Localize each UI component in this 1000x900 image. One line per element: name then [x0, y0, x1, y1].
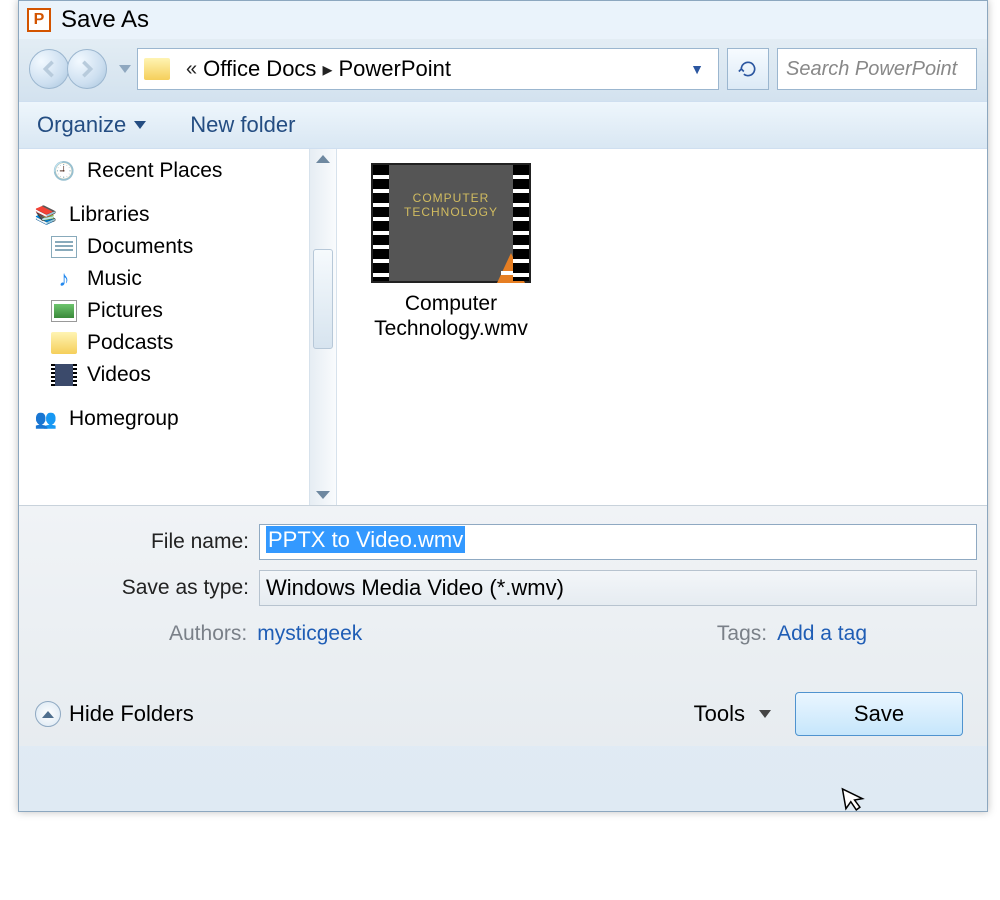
savetype-label: Save as type:: [29, 576, 259, 600]
window-title: Save As: [61, 6, 149, 34]
sidebar: 🕘 Recent Places 📚 Libraries Documents ♪ …: [19, 149, 305, 505]
toolbar: Organize New folder: [19, 101, 987, 149]
new-folder-label: New folder: [190, 112, 295, 138]
address-bar[interactable]: « Office Docs ▸ PowerPoint ▼: [137, 48, 719, 90]
music-icon: ♪: [51, 268, 77, 290]
tags-label: Tags:: [717, 622, 767, 646]
file-name: Computer Technology.wmv: [351, 291, 551, 341]
vlc-cone-icon: [497, 253, 525, 283]
new-folder-button[interactable]: New folder: [190, 112, 295, 138]
lower-panel: File name: PPTX to Video.wmv Save as typ…: [19, 505, 987, 746]
back-button[interactable]: [29, 49, 69, 89]
nav-history-dropdown[interactable]: [119, 65, 131, 73]
nav-arrows: [29, 49, 107, 89]
breadcrumb-seg-2[interactable]: PowerPoint: [338, 56, 451, 82]
file-item[interactable]: COMPUTER TECHNOLOGY Computer Technology.…: [351, 163, 551, 341]
scroll-down-icon[interactable]: [316, 491, 330, 499]
content-area: 🕘 Recent Places 📚 Libraries Documents ♪ …: [19, 149, 987, 505]
savetype-row: Save as type: Windows Media Video (*.wmv…: [29, 570, 977, 606]
video-icon: [51, 364, 77, 386]
filename-value: PPTX to Video.wmv: [266, 526, 465, 553]
savetype-dropdown[interactable]: Windows Media Video (*.wmv): [259, 570, 977, 606]
breadcrumb-seg-1[interactable]: Office Docs: [203, 56, 316, 82]
sidebar-item-podcasts[interactable]: Podcasts: [29, 327, 305, 359]
folder-icon: [51, 332, 77, 354]
organize-button[interactable]: Organize: [37, 112, 146, 138]
sidebar-item-label: Podcasts: [87, 331, 173, 355]
authors-label: Authors:: [169, 622, 247, 646]
sidebar-item-videos[interactable]: Videos: [29, 359, 305, 391]
nav-bar: « Office Docs ▸ PowerPoint ▼ Search Powe…: [19, 39, 987, 101]
authors-value[interactable]: mysticgeek: [257, 622, 362, 646]
titlebar: P Save As: [19, 1, 987, 39]
file-pane[interactable]: COMPUTER TECHNOLOGY Computer Technology.…: [333, 149, 987, 505]
forward-button[interactable]: [67, 49, 107, 89]
save-as-dialog: P Save As « Office Docs ▸ PowerPoint ▼ S…: [18, 0, 988, 812]
refresh-icon: [738, 59, 758, 79]
hide-folders-toggle[interactable]: [35, 701, 61, 727]
sidebar-item-label: Pictures: [87, 299, 163, 323]
footer: Hide Folders Tools Save: [29, 686, 977, 736]
homegroup-icon: 👥: [33, 408, 59, 430]
arrow-right-icon: [78, 60, 96, 78]
save-label: Save: [854, 701, 904, 727]
save-button[interactable]: Save: [795, 692, 963, 736]
sidebar-group-label: Homegroup: [69, 407, 179, 431]
tags-value[interactable]: Add a tag: [777, 622, 867, 646]
mouse-cursor-icon: [840, 783, 870, 822]
organize-label: Organize: [37, 112, 126, 138]
scroll-up-icon[interactable]: [316, 155, 330, 163]
sidebar-group-homegroup[interactable]: 👥 Homegroup: [29, 403, 305, 435]
sidebar-item-pictures[interactable]: Pictures: [29, 295, 305, 327]
sidebar-scrollbar[interactable]: [309, 149, 337, 505]
arrow-left-icon: [40, 60, 58, 78]
powerpoint-icon: P: [27, 8, 51, 32]
sidebar-item-recent-places[interactable]: 🕘 Recent Places: [29, 155, 305, 187]
file-name-line2: Technology.wmv: [374, 317, 528, 340]
sidebar-item-label: Recent Places: [87, 159, 222, 183]
filename-row: File name: PPTX to Video.wmv: [29, 524, 977, 560]
recent-places-icon: 🕘: [51, 160, 77, 182]
chevron-down-icon: [134, 121, 146, 129]
sidebar-item-label: Documents: [87, 235, 193, 259]
chevron-up-icon: [42, 711, 54, 718]
sidebar-item-label: Music: [87, 267, 142, 291]
file-name-line1: Computer: [405, 292, 497, 315]
chevron-right-icon: ▸: [322, 57, 332, 82]
libraries-icon: 📚: [33, 204, 59, 226]
picture-icon: [51, 300, 77, 322]
search-input[interactable]: Search PowerPoint: [777, 48, 977, 90]
tools-button[interactable]: Tools: [694, 701, 771, 727]
tools-label: Tools: [694, 701, 745, 727]
breadcrumb-prefix: «: [186, 58, 197, 81]
sidebar-group-label: Libraries: [69, 203, 150, 227]
sidebar-item-music[interactable]: ♪ Music: [29, 263, 305, 295]
savetype-value: Windows Media Video (*.wmv): [266, 575, 564, 601]
hide-folders-label[interactable]: Hide Folders: [69, 701, 194, 727]
folder-icon: [144, 58, 170, 80]
search-placeholder: Search PowerPoint: [786, 58, 957, 81]
sidebar-item-documents[interactable]: Documents: [29, 231, 305, 263]
video-thumbnail: COMPUTER TECHNOLOGY: [371, 163, 531, 283]
chevron-down-icon: [759, 710, 771, 718]
thumbnail-overlay-text: COMPUTER TECHNOLOGY: [391, 191, 511, 219]
address-dropdown[interactable]: ▼: [690, 61, 704, 77]
filename-label: File name:: [29, 530, 259, 554]
metadata-row: Authors: mysticgeek Tags: Add a tag: [29, 622, 977, 646]
sidebar-group-libraries[interactable]: 📚 Libraries: [29, 199, 305, 231]
filename-input[interactable]: PPTX to Video.wmv: [259, 524, 977, 560]
sidebar-item-label: Videos: [87, 363, 151, 387]
document-icon: [51, 236, 77, 258]
scroll-thumb[interactable]: [313, 249, 333, 349]
refresh-button[interactable]: [727, 48, 769, 90]
